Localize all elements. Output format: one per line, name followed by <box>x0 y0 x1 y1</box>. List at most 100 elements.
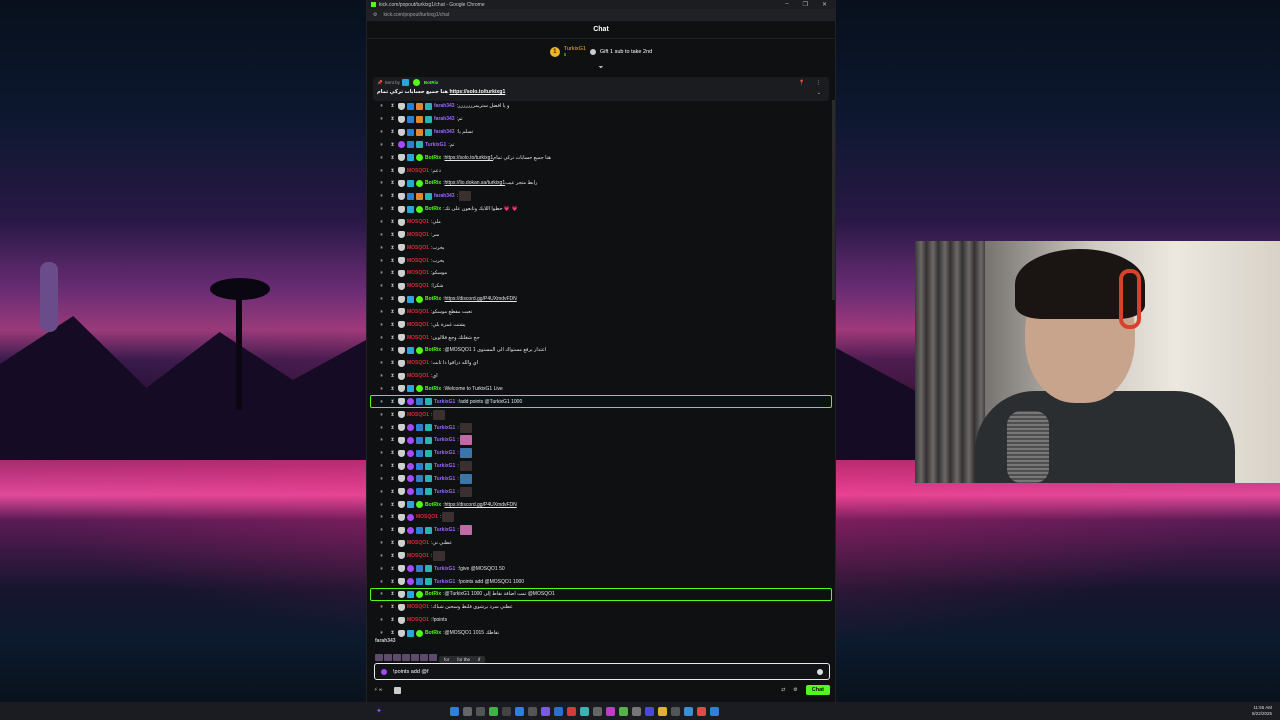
chat-message[interactable]: ⏸ ⧗ MOSQO1: دعم <box>367 164 837 177</box>
chat-message[interactable]: ⏸ ⧗ TurkixG1: <box>367 524 837 537</box>
timeout-action-icon[interactable]: ⧗ <box>387 553 398 559</box>
mic-icon[interactable] <box>381 668 387 675</box>
message-username[interactable]: MOSQO1 <box>407 309 429 315</box>
chat-message[interactable]: ⏸ ⧗ farah343: تسلم يا <box>367 126 837 139</box>
message-emote[interactable] <box>459 435 472 446</box>
timeout-action-icon[interactable]: ⧗ <box>387 193 398 199</box>
message-link[interactable]: https://discord.gg/P4UXmdvFDN <box>445 296 517 302</box>
pin-action-icon[interactable]: ⏸ <box>376 437 387 443</box>
message-link[interactable]: https://discord.gg/P4UXmdvFDN <box>445 502 517 508</box>
chat-message[interactable]: ⏸ ⧗ BotRix: https://discord.gg/P4UXmdvFDN <box>367 498 837 511</box>
message-username[interactable]: TurkixG1 <box>434 489 455 495</box>
message-username[interactable]: TurkixG1 <box>434 566 455 572</box>
timeout-action-icon[interactable]: ⧗ <box>387 129 398 135</box>
pin-action-icon[interactable]: ⏸ <box>376 219 387 225</box>
timeout-action-icon[interactable]: ⧗ <box>387 206 398 212</box>
message-username[interactable]: farah343 <box>434 129 455 135</box>
chat-message[interactable]: ⏸ ⧗ TurkixG1: <box>367 460 837 473</box>
message-emote[interactable] <box>459 461 472 472</box>
timeout-action-icon[interactable]: ⧗ <box>387 373 398 379</box>
pin-action-icon[interactable]: ⏸ <box>376 142 387 148</box>
chrome-icon[interactable] <box>657 706 667 716</box>
message-username[interactable]: farah343 <box>434 103 455 109</box>
timeout-action-icon[interactable]: ⧗ <box>387 540 398 546</box>
timeout-action-icon[interactable]: ⧗ <box>387 527 398 533</box>
chat-message[interactable]: ⏸ ⧗ farah343: <box>367 190 837 203</box>
message-username[interactable]: BotRix <box>425 155 441 161</box>
address-bar[interactable]: ⚙ kick.com/popout/turkixg1/chat <box>367 9 835 21</box>
timeout-action-icon[interactable]: ⧗ <box>387 514 398 520</box>
pin-action-icon[interactable]: ⏸ <box>376 129 387 135</box>
message-emote[interactable] <box>442 512 455 523</box>
close-button[interactable]: ✕ <box>822 1 827 8</box>
chat-message[interactable]: ⏸ ⧗ TurkixG1: <box>367 485 837 498</box>
message-emote[interactable] <box>459 422 472 433</box>
app-icon[interactable] <box>631 706 641 716</box>
message-username[interactable]: TurkixG1 <box>434 476 455 482</box>
chat-message[interactable]: ⏸ ⧗ MOSQO1: تعبت مقطع موسكو <box>367 306 837 319</box>
pin-action-icon[interactable]: ⏸ <box>376 258 387 264</box>
pinned-message[interactable]: 📌 Sent by BotRix هنا جميع حسابات تركي تم… <box>373 77 829 101</box>
message-username[interactable]: TurkixG1 <box>434 527 455 533</box>
search-icon[interactable] <box>462 706 472 716</box>
pinned-link[interactable]: https://solo.to/turkixg1 <box>449 89 505 95</box>
message-username[interactable]: TurkixG1 <box>434 425 455 431</box>
timeout-action-icon[interactable]: ⧗ <box>387 617 398 623</box>
pin-action-icon[interactable]: ⏸ <box>376 463 387 469</box>
message-username[interactable]: BotRix <box>425 386 441 392</box>
chat-message[interactable]: ⏸ ⧗ TurkixG1: !add points @TurkixG1 1000 <box>370 395 832 409</box>
chat-message[interactable]: ⏸ ⧗ BotRix: https://solo.to/turkixg1 هنا ج… <box>367 151 837 164</box>
timeout-action-icon[interactable]: ⧗ <box>387 604 398 610</box>
swap-icon[interactable]: ⇄ <box>781 687 785 693</box>
message-username[interactable]: MOSQO1 <box>407 373 429 379</box>
message-link[interactable]: https://lio.dokan.sa/turkixg1 <box>445 180 506 186</box>
send-chat-button[interactable]: Chat <box>805 685 830 695</box>
timeout-action-icon[interactable]: ⧗ <box>387 360 398 366</box>
timeout-action-icon[interactable]: ⧗ <box>387 386 398 392</box>
emote-strip[interactable] <box>375 654 437 661</box>
app-icon[interactable] <box>540 706 550 716</box>
pin-action-icon[interactable]: ⏸ <box>376 116 387 122</box>
system-clock[interactable]: 11:55 AM 8/22/2025 <box>1252 705 1272 717</box>
expand-chevron-icon[interactable]: ⌄ <box>817 90 821 96</box>
message-link[interactable]: https://solo.to/turkixg1 <box>445 155 494 161</box>
chat-scrollbar[interactable] <box>832 100 835 300</box>
chat-message[interactable]: ⏸ ⧗ MOSQO1: يشتت غمزة بلي <box>367 318 837 331</box>
pin-action-icon[interactable]: ⏸ <box>376 245 387 251</box>
pin-action-icon[interactable]: ⏸ <box>376 155 387 161</box>
pin-action-icon[interactable]: ⏸ <box>376 476 387 482</box>
message-username[interactable]: BotRix <box>425 180 441 186</box>
timeout-action-icon[interactable]: ⧗ <box>387 270 398 276</box>
timeout-action-icon[interactable]: ⧗ <box>387 437 398 443</box>
start-icon[interactable] <box>449 706 459 716</box>
chat-message[interactable]: ⏸ ⧗ BotRix: https://discord.gg/P4UXmdvFDN <box>367 293 837 306</box>
chat-message[interactable]: ⏸ ⧗ BotRix: @TurkixG1 1000 تمت اضافة نقاط … <box>370 588 832 601</box>
app-icon[interactable] <box>566 706 576 716</box>
timeout-action-icon[interactable]: ⧗ <box>387 463 398 469</box>
chat-message[interactable]: ⏸ ⧗ MOSQO1: عطني سرد برشوي فلتط وسحبن شباك <box>367 601 837 614</box>
app-icon[interactable] <box>488 706 498 716</box>
timeout-action-icon[interactable]: ⧗ <box>387 476 398 482</box>
chat-message[interactable]: ⏸ ⧗ MOSQO1: حج شغلتك وجع فلالوين <box>367 331 837 344</box>
message-username[interactable]: MOSQO1 <box>407 270 429 276</box>
chat-message[interactable]: ⏸ ⧗ MOSQO1: <box>367 511 837 524</box>
message-username[interactable]: MOSQO1 <box>407 322 429 328</box>
pin-action-icon[interactable]: ⏸ <box>376 335 387 341</box>
chat-message[interactable]: ⏸ ⧗ TurkixG1: !points add @MOSQO1 1000 <box>367 575 837 588</box>
pin-action-icon[interactable]: ⏸ <box>376 604 387 610</box>
timeout-action-icon[interactable]: ⧗ <box>387 399 398 405</box>
message-username[interactable]: MOSQO1 <box>407 553 429 559</box>
emote[interactable] <box>420 654 428 661</box>
pin-action-icon[interactable]: ⏸ <box>376 386 387 392</box>
message-username[interactable]: farah343 <box>434 116 455 122</box>
app-icon[interactable] <box>618 706 628 716</box>
pin-action-icon[interactable]: ⏸ <box>376 309 387 315</box>
pin-action-icon[interactable]: ⏸ <box>376 232 387 238</box>
chat-message[interactable]: ⏸ ⧗ MOSQO1: <box>367 550 837 563</box>
chat-message[interactable]: ⏸ ⧗ BotRix: حطوا اللايك وتابعون على تك 💗 💗 <box>367 203 837 216</box>
timeout-action-icon[interactable]: ⧗ <box>387 258 398 264</box>
pin-action-icon[interactable]: ⏸ <box>376 553 387 559</box>
message-username[interactable]: MOSQO1 <box>407 283 429 289</box>
timeout-action-icon[interactable]: ⧗ <box>387 142 398 148</box>
gift-sub-icon[interactable] <box>394 686 402 694</box>
